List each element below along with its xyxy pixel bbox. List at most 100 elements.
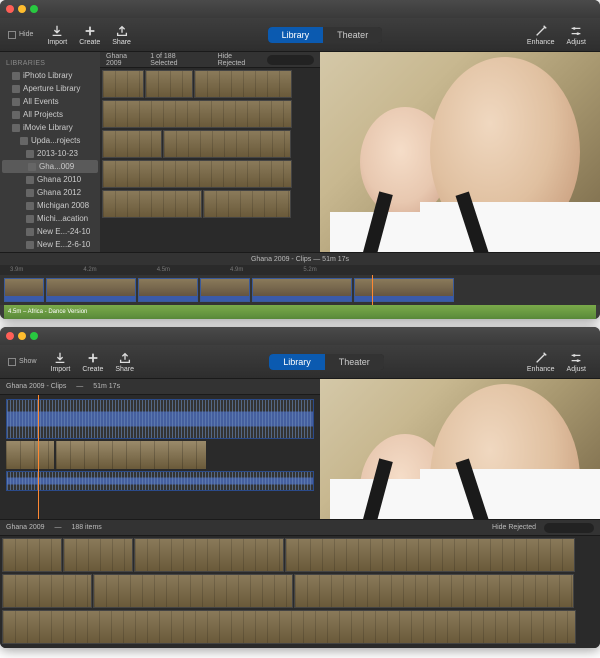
playhead[interactable] xyxy=(372,275,373,305)
sidebar-item-michivac[interactable]: Michi...acation xyxy=(0,212,100,225)
browser-header: Ghana 2009 — 188 items Hide Rejected xyxy=(0,520,600,536)
clip-thumb[interactable] xyxy=(194,70,292,98)
enhance-button[interactable]: Enhance xyxy=(521,24,561,46)
share-icon xyxy=(115,24,129,38)
sidebar-item-newe2[interactable]: New E...2-6-10 xyxy=(0,238,100,251)
sidebar-item-piano[interactable]: Piano Recital xyxy=(0,251,100,252)
clip-thumb[interactable] xyxy=(102,70,144,98)
maximize-button[interactable] xyxy=(30,5,38,13)
sidebar: LIBRARIES iPhoto Library Aperture Librar… xyxy=(0,52,100,252)
tab-library[interactable]: Library xyxy=(269,354,325,370)
viewer[interactable] xyxy=(320,379,600,519)
titlebar xyxy=(0,327,600,345)
timeline-clip[interactable] xyxy=(6,441,54,469)
search-input[interactable] xyxy=(544,523,594,533)
clip-thumb[interactable] xyxy=(145,70,193,98)
sidebar-item-ghana2010[interactable]: Ghana 2010 xyxy=(0,173,100,186)
clip-thumb[interactable] xyxy=(285,538,575,572)
event-browser-bottom: Ghana 2009 — 188 items Hide Rejected xyxy=(0,519,600,648)
viewer[interactable] xyxy=(320,52,600,252)
sliders-icon xyxy=(569,24,583,38)
minimize-button[interactable] xyxy=(18,5,26,13)
timeline-clip[interactable] xyxy=(138,278,198,302)
libraries-heading: LIBRARIES xyxy=(0,56,100,69)
audio-track[interactable]: 4.5m – Africa - Dance Version xyxy=(4,305,596,319)
event-icon xyxy=(26,202,34,210)
view-tabs: Library Theater xyxy=(269,354,384,370)
timeline-clip[interactable] xyxy=(252,278,352,302)
plus-icon xyxy=(86,351,100,365)
event-icon xyxy=(26,215,34,223)
clip-thumb[interactable] xyxy=(102,160,292,188)
share-button[interactable]: Share xyxy=(106,24,137,46)
wand-icon xyxy=(534,24,548,38)
sidebar-item-date[interactable]: 2013-10-23 xyxy=(0,147,100,160)
maximize-button[interactable] xyxy=(30,332,38,340)
titlebar xyxy=(0,0,600,18)
timeline-ruler[interactable]: 3.9m4.2m4.5m4.9m5.2m xyxy=(0,265,600,275)
playhead[interactable] xyxy=(38,395,39,519)
hide-rejected-toggle[interactable]: Hide Rejected xyxy=(492,524,536,531)
clip-thumb[interactable] xyxy=(93,574,293,608)
sidebar-item-aperture[interactable]: Aperture Library xyxy=(0,82,100,95)
clip-thumb[interactable] xyxy=(163,130,291,158)
import-button[interactable]: Import xyxy=(41,24,73,46)
sidebar-item-updated[interactable]: Upda...rojects xyxy=(0,134,100,147)
event-icon xyxy=(28,163,36,171)
clip-thumb[interactable] xyxy=(2,574,92,608)
import-button[interactable]: Import xyxy=(45,351,77,373)
enhance-button[interactable]: Enhance xyxy=(521,351,561,373)
imovie-window-library: Hide Import Create Share Library Theater… xyxy=(0,0,600,319)
clip-browser[interactable] xyxy=(100,68,320,252)
library-icon xyxy=(12,85,20,93)
tab-library[interactable]: Library xyxy=(268,27,324,43)
sidebar-item-michigan[interactable]: Michigan 2008 xyxy=(0,199,100,212)
timeline-clip-wave[interactable] xyxy=(6,471,314,491)
project-timeline[interactable] xyxy=(0,395,320,519)
clip-thumb[interactable] xyxy=(63,538,133,572)
import-icon xyxy=(50,24,64,38)
clip-thumb[interactable] xyxy=(2,610,576,644)
timeline-clip[interactable] xyxy=(46,278,136,302)
timeline-clip[interactable] xyxy=(354,278,454,302)
adjust-button[interactable]: Adjust xyxy=(561,24,592,46)
hide-rejected-toggle[interactable]: Hide Rejected xyxy=(218,53,259,67)
clip-thumb[interactable] xyxy=(102,190,202,218)
tab-theater[interactable]: Theater xyxy=(325,354,384,370)
event-icon xyxy=(26,150,34,158)
sidebar-item-ghana2012[interactable]: Ghana 2012 xyxy=(0,186,100,199)
clip-thumb[interactable] xyxy=(134,538,284,572)
share-button[interactable]: Share xyxy=(109,351,140,373)
adjust-button[interactable]: Adjust xyxy=(561,351,592,373)
clip-thumb[interactable] xyxy=(294,574,574,608)
clip-thumb[interactable] xyxy=(102,130,162,158)
projects-icon xyxy=(12,111,20,119)
sidebar-item-allevents[interactable]: All Events xyxy=(0,95,100,108)
sidebar-item-iphoto[interactable]: iPhoto Library xyxy=(0,69,100,82)
minimize-button[interactable] xyxy=(18,332,26,340)
clip-thumb[interactable] xyxy=(203,190,291,218)
timeline: Ghana 2009 - Clips — 51m 17s 3.9m4.2m4.5… xyxy=(0,252,600,319)
timeline-clip-wave[interactable] xyxy=(6,399,314,439)
sidebar-item-ghana2009[interactable]: Gha...009 xyxy=(2,160,98,173)
timeline-clip[interactable] xyxy=(56,441,206,469)
sidebar-item-newe1[interactable]: New E...-24-10 xyxy=(0,225,100,238)
create-button[interactable]: Create xyxy=(73,24,106,46)
clip-browser[interactable] xyxy=(0,536,600,648)
project-area: Ghana 2009 - Clips — 51m 17s xyxy=(0,379,320,519)
tab-theater[interactable]: Theater xyxy=(323,27,382,43)
timeline-clip[interactable] xyxy=(4,278,44,302)
close-button[interactable] xyxy=(6,332,14,340)
sidebar-item-imovie[interactable]: iMovie Library xyxy=(0,121,100,134)
event-browser: Ghana 2009 1 of 188 Selected Hide Reject… xyxy=(100,52,320,252)
hide-sidebar-button[interactable]: Hide xyxy=(8,31,33,39)
search-input[interactable] xyxy=(267,55,314,65)
video-track[interactable] xyxy=(0,275,600,305)
sidebar-item-allprojects[interactable]: All Projects xyxy=(0,108,100,121)
clip-thumb[interactable] xyxy=(102,100,292,128)
close-button[interactable] xyxy=(6,5,14,13)
clip-thumb[interactable] xyxy=(2,538,62,572)
timeline-clip[interactable] xyxy=(200,278,250,302)
create-button[interactable]: Create xyxy=(76,351,109,373)
show-sidebar-button[interactable]: Show xyxy=(8,358,37,366)
